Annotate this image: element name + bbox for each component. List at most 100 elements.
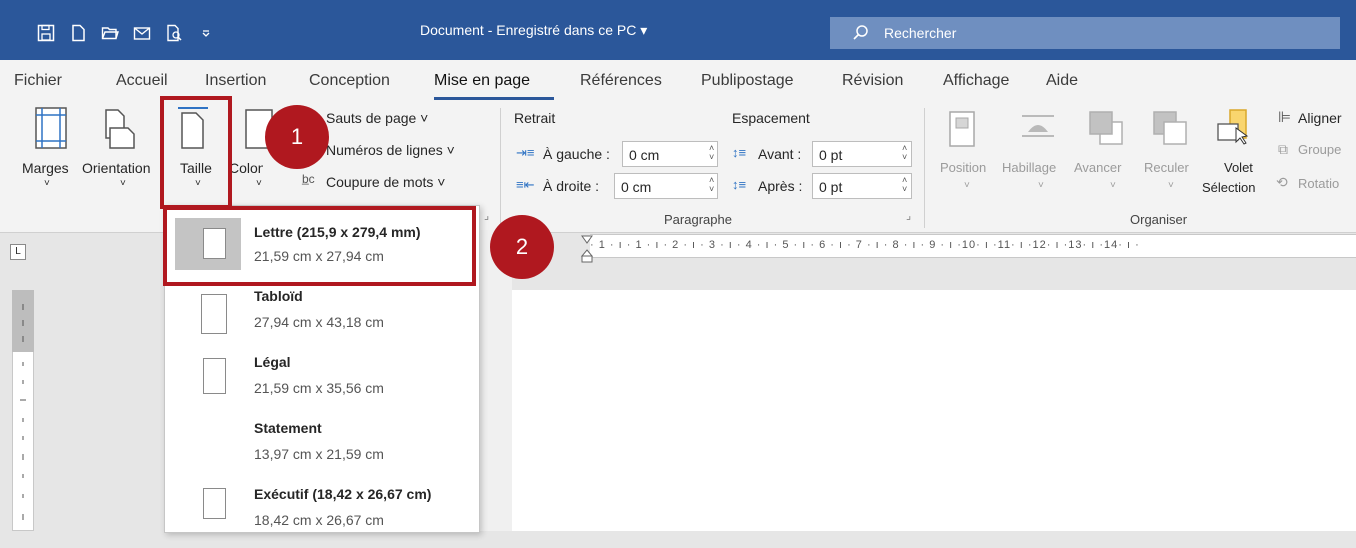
- spacing-label: Espacement: [732, 110, 810, 126]
- size-option-dims: 27,94 cm x 43,18 cm: [254, 314, 384, 330]
- spacing-after-icon: ↕≡: [732, 177, 747, 192]
- orientation-button[interactable]: Orientation: [82, 160, 150, 176]
- size-option-dims: 18,42 cm x 26,67 cm: [254, 512, 384, 528]
- tab-references[interactable]: Références: [580, 72, 662, 90]
- vertical-ruler-ticks: [20, 304, 26, 520]
- indent-right-stepper-icon[interactable]: ˄ ˅: [709, 176, 714, 194]
- tab-conception[interactable]: Conception: [309, 72, 390, 90]
- tab-aide[interactable]: Aide: [1046, 72, 1078, 90]
- hyphenation-button[interactable]: Coupure de mots ˅: [326, 174, 445, 190]
- size-option-name: Tabloïd: [254, 288, 303, 304]
- email-icon[interactable]: [126, 21, 158, 45]
- forward-chevron-icon[interactable]: ˅: [1110, 180, 1116, 191]
- wrap-chevron-icon[interactable]: ˅: [1038, 180, 1044, 191]
- orientation-chevron-icon[interactable]: ˅: [120, 178, 126, 189]
- indent-marker-icon[interactable]: [580, 234, 594, 264]
- paragraph-launcher-icon[interactable]: ⌟: [906, 209, 911, 222]
- step-badge-2: 2: [490, 215, 554, 279]
- spacing-before-label: Avant :: [758, 146, 802, 162]
- quick-access-toolbar: [30, 21, 222, 45]
- size-option-tabloid[interactable]: Tabloïd 27,94 cm x 43,18 cm: [165, 286, 479, 350]
- position-chevron-icon[interactable]: ˅: [964, 180, 970, 191]
- search-box[interactable]: Rechercher: [830, 17, 1340, 49]
- spacing-before-icon: ↕≡: [732, 145, 747, 160]
- page-icon: [203, 488, 226, 519]
- lettre-option-highlight: [163, 206, 476, 286]
- columns-button[interactable]: Colonnes: [229, 160, 263, 176]
- breaks-button[interactable]: Sauts de page ˅: [326, 110, 428, 126]
- spacing-after-input[interactable]: 0 pt: [812, 173, 912, 199]
- step-badge-1: 1: [265, 105, 329, 169]
- size-option-executif[interactable]: Exécutif (18,42 x 26,67 cm) 18,42 cm x 2…: [165, 484, 479, 548]
- rotate-button[interactable]: Rotatio: [1298, 176, 1339, 191]
- group-objects-icon: ⧉: [1278, 141, 1288, 157]
- hyphenation-icon: b̲c: [302, 172, 315, 186]
- paragraph-group-label: Paragraphe: [664, 212, 732, 227]
- tab-accueil[interactable]: Accueil: [116, 72, 168, 90]
- send-backward-button[interactable]: Reculer: [1144, 160, 1189, 175]
- open-folder-icon[interactable]: [94, 21, 126, 45]
- indent-left-stepper-icon[interactable]: ˄ ˅: [709, 144, 714, 162]
- tab-mise-en-page[interactable]: Mise en page: [434, 72, 530, 90]
- indent-right-icon: ≡⇤: [516, 177, 535, 192]
- print-preview-icon[interactable]: [158, 21, 190, 45]
- spacing-before-stepper-icon[interactable]: ˄ ˅: [902, 144, 907, 162]
- margins-icon: [35, 107, 67, 149]
- horizontal-ruler[interactable]: · 1 · ı · 1 · ı · 2 · ı · 3 · ı · 4 · ı …: [590, 234, 1356, 258]
- size-option-dims: 21,59 cm x 35,56 cm: [254, 380, 384, 396]
- size-button-highlight: [160, 96, 232, 209]
- bring-forward-button[interactable]: Avancer: [1074, 160, 1121, 175]
- search-placeholder: Rechercher: [884, 25, 957, 41]
- margins-chevron-icon[interactable]: ˅: [44, 178, 50, 189]
- selection-pane-icon: [1217, 109, 1249, 145]
- wrap-text-icon: [1022, 115, 1054, 137]
- position-button[interactable]: Position: [940, 160, 986, 175]
- group-button[interactable]: Groupe: [1298, 142, 1341, 157]
- page-setup-launcher-icon[interactable]: ⌟: [484, 209, 489, 222]
- customize-qat-icon[interactable]: [190, 21, 222, 45]
- selection-pane-label-1[interactable]: Volet: [1224, 160, 1253, 175]
- size-option-dims: 13,97 cm x 21,59 cm: [254, 446, 384, 462]
- selection-pane-label-2[interactable]: Sélection: [1202, 180, 1255, 195]
- position-icon: [949, 111, 975, 147]
- wrap-text-button[interactable]: Habillage: [1002, 160, 1056, 175]
- indent-label: Retrait: [514, 110, 556, 126]
- title-bar: Document - Enregistré dans ce PC ▾ Reche…: [0, 0, 1356, 60]
- backward-chevron-icon[interactable]: ˅: [1168, 180, 1174, 191]
- save-icon[interactable]: [30, 21, 62, 45]
- size-option-name: Exécutif (18,42 x 26,67 cm): [254, 486, 432, 502]
- tab-revision[interactable]: Révision: [842, 72, 903, 90]
- arrange-group-label: Organiser: [1130, 212, 1188, 227]
- tab-fichier[interactable]: Fichier: [14, 72, 62, 90]
- indent-left-icon: ⇥≡: [516, 145, 535, 160]
- spacing-after-label: Après :: [758, 178, 803, 194]
- indent-right-label: À droite :: [543, 178, 600, 194]
- align-button[interactable]: Aligner: [1298, 110, 1342, 126]
- size-option-name: Statement: [254, 420, 322, 436]
- indent-right-input[interactable]: 0 cm: [614, 173, 718, 199]
- tab-publipostage[interactable]: Publipostage: [701, 72, 794, 90]
- tab-insertion[interactable]: Insertion: [205, 72, 266, 90]
- page-icon: [201, 294, 227, 334]
- spacing-after-stepper-icon[interactable]: ˄ ˅: [902, 176, 907, 194]
- send-backward-icon: [1153, 111, 1187, 145]
- new-document-icon[interactable]: [62, 21, 94, 45]
- document-page[interactable]: [512, 290, 1356, 531]
- document-title[interactable]: Document - Enregistré dans ce PC ▾: [420, 22, 647, 39]
- search-icon: [853, 25, 868, 40]
- size-option-legal[interactable]: Légal 21,59 cm x 35,56 cm: [165, 352, 479, 416]
- spacing-before-input[interactable]: 0 pt: [812, 141, 912, 167]
- columns-chevron-icon[interactable]: ˅: [256, 178, 262, 189]
- tab-affichage[interactable]: Affichage: [943, 72, 1009, 90]
- margins-button[interactable]: Marges: [22, 160, 69, 176]
- size-option-statement[interactable]: Statement 13,97 cm x 21,59 cm: [165, 418, 479, 482]
- tab-selector-icon[interactable]: L: [10, 244, 26, 260]
- size-option-name: Légal: [254, 354, 291, 370]
- rotate-icon: ⟲: [1276, 174, 1288, 190]
- align-icon: ⊫: [1278, 109, 1292, 126]
- page-icon: [203, 358, 226, 394]
- line-numbers-button[interactable]: Numéros de lignes ˅: [326, 142, 455, 158]
- group-separator: [500, 108, 501, 228]
- bring-forward-icon: [1089, 111, 1123, 145]
- indent-left-input[interactable]: 0 cm: [622, 141, 718, 167]
